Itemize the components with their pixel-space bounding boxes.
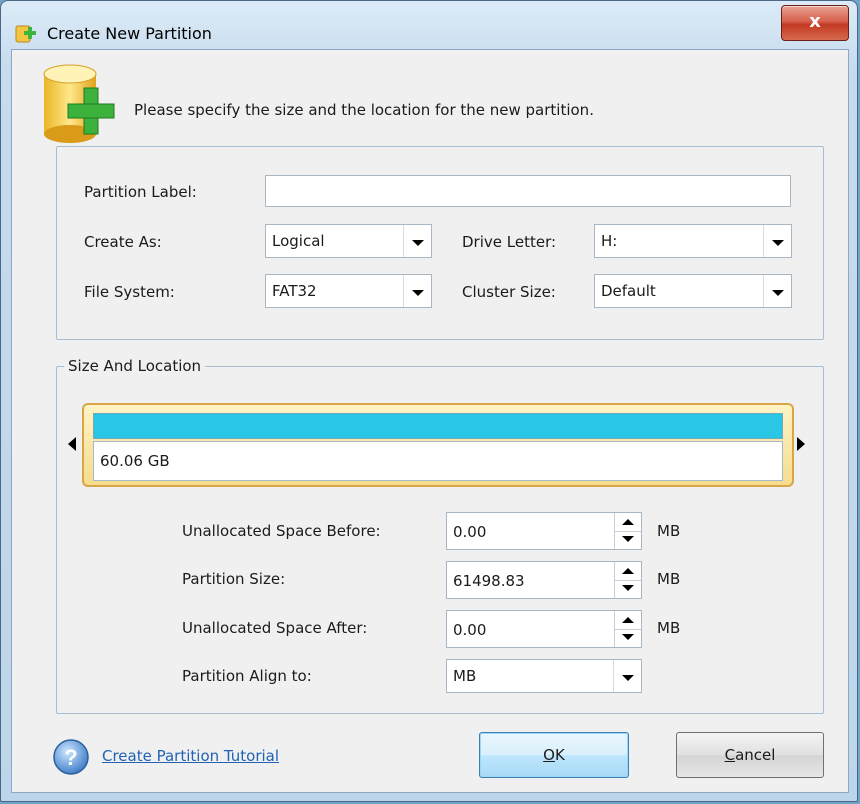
help-icon[interactable]: ? bbox=[52, 738, 90, 776]
file-system-dropdown[interactable]: FAT32 bbox=[265, 274, 432, 308]
spinner-buttons bbox=[614, 611, 641, 647]
chevron-down-icon[interactable] bbox=[403, 225, 431, 257]
ok-accel: O bbox=[543, 746, 555, 764]
unallocated-after-value: 0.00 bbox=[453, 621, 487, 639]
unallocated-before-value: 0.00 bbox=[453, 523, 487, 541]
spin-down-icon[interactable] bbox=[615, 580, 641, 598]
unallocated-after-spinner[interactable]: 0.00 bbox=[446, 610, 642, 648]
unallocated-before-label: Unallocated Space Before: bbox=[182, 522, 381, 540]
size-location-legend: Size And Location bbox=[64, 357, 206, 375]
unallocated-after-unit: MB bbox=[657, 619, 681, 637]
partition-label-input[interactable] bbox=[265, 175, 791, 207]
spin-up-icon[interactable] bbox=[615, 562, 641, 581]
close-icon: x bbox=[809, 11, 821, 32]
spin-down-icon[interactable] bbox=[615, 531, 641, 549]
cluster-size-dropdown[interactable]: Default bbox=[594, 274, 792, 308]
align-to-value: MB bbox=[453, 667, 477, 685]
partition-label-label: Partition Label: bbox=[84, 183, 197, 201]
unallocated-after-label: Unallocated Space After: bbox=[182, 619, 368, 637]
partition-size-text: 60.06 GB bbox=[100, 452, 170, 470]
add-partition-icon bbox=[15, 25, 36, 43]
align-to-dropdown[interactable]: MB bbox=[446, 659, 642, 693]
cancel-accel: C bbox=[724, 746, 736, 764]
spinner-buttons bbox=[614, 562, 641, 598]
partition-size-unit: MB bbox=[657, 570, 681, 588]
cluster-size-value: Default bbox=[601, 282, 656, 300]
spin-up-icon[interactable] bbox=[615, 513, 641, 532]
chevron-down-icon[interactable] bbox=[763, 225, 791, 257]
spinner-buttons bbox=[614, 513, 641, 549]
instruction-text: Please specify the size and the location… bbox=[134, 101, 594, 119]
unallocated-before-unit: MB bbox=[657, 522, 681, 540]
create-as-dropdown[interactable]: Logical bbox=[265, 224, 432, 258]
svg-text:?: ? bbox=[64, 745, 77, 770]
partition-size-info: 60.06 GB bbox=[93, 441, 783, 481]
file-system-value: FAT32 bbox=[272, 282, 317, 300]
tutorial-link[interactable]: Create Partition Tutorial bbox=[102, 747, 279, 765]
close-button[interactable]: x bbox=[781, 5, 849, 41]
database-plus-icon bbox=[43, 64, 115, 143]
drive-letter-value: H: bbox=[601, 232, 618, 250]
ok-button[interactable]: OK bbox=[479, 732, 629, 778]
left-resize-handle[interactable] bbox=[68, 437, 76, 451]
drive-letter-dropdown[interactable]: H: bbox=[594, 224, 792, 258]
cluster-size-label: Cluster Size: bbox=[462, 283, 556, 301]
unallocated-before-spinner[interactable]: 0.00 bbox=[446, 512, 642, 550]
cancel-label: ancel bbox=[735, 746, 776, 764]
window-title: Create New Partition bbox=[47, 24, 212, 43]
chevron-down-icon[interactable] bbox=[403, 275, 431, 307]
partition-fill[interactable] bbox=[93, 413, 783, 439]
spin-up-icon[interactable] bbox=[615, 611, 641, 630]
drive-letter-label: Drive Letter: bbox=[462, 233, 557, 251]
create-as-label: Create As: bbox=[84, 233, 162, 251]
partition-size-spinner[interactable]: 61498.83 bbox=[446, 561, 642, 599]
file-system-label: File System: bbox=[84, 283, 175, 301]
partition-size-label: Partition Size: bbox=[182, 570, 286, 588]
ok-label: K bbox=[554, 746, 565, 764]
chevron-down-icon[interactable] bbox=[613, 660, 641, 692]
chevron-down-icon[interactable] bbox=[763, 275, 791, 307]
partition-size-value: 61498.83 bbox=[453, 572, 525, 590]
right-resize-handle[interactable] bbox=[797, 437, 805, 451]
create-as-value: Logical bbox=[272, 232, 325, 250]
spin-down-icon[interactable] bbox=[615, 629, 641, 647]
partition-size-bar[interactable]: 60.06 GB bbox=[82, 403, 794, 487]
align-to-label: Partition Align to: bbox=[182, 667, 312, 685]
cancel-button[interactable]: Cancel bbox=[676, 732, 824, 778]
